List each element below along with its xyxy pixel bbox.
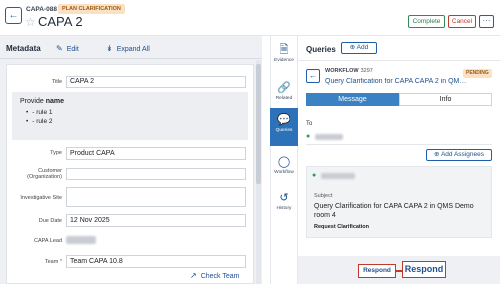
nav-related-label: Related (275, 96, 293, 101)
description-heading-bold: name (45, 98, 64, 105)
title-label: Title (51, 79, 62, 85)
file-icon: 🗎 (279, 44, 289, 56)
arrow-left-icon: ← (309, 71, 317, 80)
workflow-label: WORKFLOW 3297 (325, 68, 373, 74)
add-assignees-label: Add Assignees (440, 151, 484, 158)
tab-message[interactable]: Message (306, 93, 399, 106)
workflow-label-text: WORKFLOW (325, 68, 359, 74)
divider (298, 60, 500, 61)
nav-workflow-label: Workflow (274, 170, 294, 175)
nav-evidence[interactable]: 🗎 Evidence (270, 44, 298, 64)
investigative-site-field[interactable] (66, 187, 246, 207)
description-heading: Provide name (20, 98, 64, 105)
recipient-name (315, 134, 343, 140)
link-icon: 🔗 (277, 82, 291, 94)
customer-label: Customer (Organization) (27, 168, 62, 180)
edit-label: Edit (66, 46, 79, 53)
expand-all-button[interactable]: ↡ Expand All (106, 44, 150, 53)
to-label: To (306, 121, 313, 127)
team-label-text: Team (44, 259, 59, 265)
capa-lead-avatar (66, 236, 96, 244)
description-item: - rule 1 (26, 109, 52, 116)
chat-icon: 💬 (277, 114, 291, 126)
divider (306, 144, 492, 145)
nav-queries[interactable]: 💬 Queries (270, 108, 298, 146)
due-date-label: Due Date (38, 218, 62, 224)
due-date-field[interactable]: 12 Nov 2025 (66, 214, 246, 227)
capa-lead-label: CAPA Lead (33, 238, 62, 244)
description-heading-prefix: Provide (20, 98, 46, 105)
type-field[interactable]: Product CAPA (66, 147, 246, 160)
expand-all-label: Expand All (116, 46, 150, 53)
type-label: Type (50, 150, 62, 156)
pending-badge: PENDING (463, 69, 492, 78)
more-options-button[interactable]: ··· (479, 15, 494, 28)
user-icon: ● (306, 133, 311, 140)
add-query-label: Add (356, 44, 369, 51)
status-badge: PLAN CLARIFICATION (58, 4, 125, 14)
nav-related[interactable]: 🔗 Related (270, 82, 298, 102)
add-assignees-button[interactable]: ⊕ Add Assignees (426, 149, 492, 161)
customer-field[interactable] (66, 168, 246, 180)
nav-history-label: History (276, 206, 292, 211)
respond-callout: Respond (402, 261, 446, 278)
history-icon: ↺ (279, 192, 289, 204)
subject-text: Query Clarification for CAPA CAPA 2 in Q… (314, 203, 474, 219)
scrollbar-thumb[interactable] (256, 64, 261, 184)
team-field[interactable]: Team CAPA 10.8 (66, 255, 246, 268)
sender-name (321, 173, 355, 179)
title-field[interactable]: CAPA 2 (66, 76, 246, 88)
description-item: - rule 2 (26, 118, 52, 125)
check-team-link[interactable]: ↗ Check Team (190, 271, 239, 280)
user-icon: ● (312, 172, 317, 179)
pencil-icon: ✎ (56, 44, 63, 53)
required-marker: * (59, 259, 62, 265)
edit-button[interactable]: ✎ Edit (56, 44, 79, 53)
chevrons-down-icon: ↡ (106, 44, 113, 53)
external-link-icon: ↗ (190, 271, 197, 280)
plus-icon: ⊕ (434, 151, 441, 158)
star-icon[interactable]: ☆ (25, 15, 36, 29)
request-type: Request Clarification (314, 224, 370, 230)
arrow-left-icon: ← (8, 10, 19, 21)
tab-info[interactable]: Info (399, 93, 492, 106)
plus-icon: ⊕ (349, 44, 357, 51)
query-title[interactable]: Query Clarification for CAPA CAPA 2 in Q… (325, 78, 471, 85)
check-team-label: Check Team (200, 273, 240, 280)
circle-icon: ◯ (277, 156, 291, 168)
investigative-site-label: Investigative Site (20, 195, 62, 201)
queries-title: Queries (306, 45, 336, 54)
nav-queries-label: Queries (275, 128, 293, 133)
divider (0, 58, 262, 59)
nav-history[interactable]: ↺ History (270, 192, 298, 212)
team-label: Team * (6, 259, 62, 265)
nav-evidence-label: Evidence (274, 58, 294, 63)
subject-label: Subject (314, 193, 333, 199)
query-back-button[interactable]: ← (306, 69, 320, 83)
respond-button[interactable]: Respond (358, 264, 396, 278)
workflow-number: 3297 (360, 68, 373, 74)
record-id: CAPA-088 (26, 6, 57, 13)
complete-button[interactable]: Complete (408, 15, 445, 28)
metadata-title: Metadata (6, 44, 41, 53)
cancel-button[interactable]: Cancel (448, 15, 476, 28)
add-query-button[interactable]: ⊕ Add (341, 42, 377, 54)
page-title: CAPA 2 (38, 14, 83, 29)
nav-workflow[interactable]: ◯ Workflow (270, 156, 298, 176)
back-button[interactable]: ← (5, 7, 22, 24)
